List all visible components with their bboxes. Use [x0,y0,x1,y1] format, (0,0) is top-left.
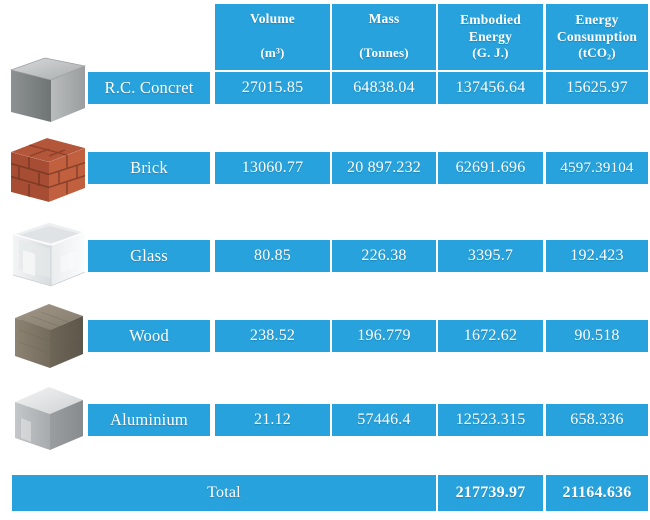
glass-cube-svg [12,221,86,287]
cell-wood-energy-consumption-value: 90.518 [574,327,620,345]
column-header-mass-unit: (Tonnes) [359,45,409,61]
cell-glass-energy-consumption: 192.423 [546,240,648,272]
glass-cube-icon [5,218,91,294]
cell-wood-embodied-energy: 1672.62 [438,320,543,352]
cell-concrete-volume-value: 27015.85 [241,79,304,97]
cell-concrete-embodied-energy-value: 137456.64 [455,79,526,97]
cell-brick-energy-consumption-value: 4597.39104 [560,159,634,176]
cell-concrete-embodied-energy: 137456.64 [438,72,543,104]
column-header-embodied-energy-line1: Embodied [460,11,521,27]
cell-brick-volume-value: 13060.77 [241,159,304,177]
cell-wood-mass-value: 196.779 [357,327,411,345]
row-label-glass: Glass [88,240,210,272]
concrete-cube-svg [9,57,87,122]
cell-concrete-volume: 27015.85 [215,72,330,104]
column-header-volume: Volume (m³) [215,4,330,70]
cell-brick-volume: 13060.77 [215,152,330,184]
cell-concrete-energy-consumption: 15625.97 [546,72,648,104]
cell-aluminium-energy-consumption-value: 658.336 [570,411,624,429]
row-label-concrete-text: R.C. Concret [104,77,194,97]
cell-wood-embodied-energy-value: 1672.62 [463,327,518,345]
cell-brick-mass: 20 897.232 [332,152,436,184]
materials-impact-table: Volume (m³) Mass (Tonnes) Embodied Energ… [0,0,650,520]
column-header-volume-unit: (m³) [260,45,285,61]
total-row-label-text: Total [207,484,241,502]
cell-aluminium-volume: 21.12 [215,404,330,436]
brick-cube-icon [5,136,91,208]
row-label-brick-text: Brick [130,157,168,177]
cell-glass-mass-value: 226.38 [361,247,407,265]
row-label-aluminium: Aluminium [88,404,210,436]
column-header-energy-consumption-line1: Energy [575,11,619,27]
cell-glass-energy-consumption-value: 192.423 [570,247,624,265]
row-label-wood-text: Wood [129,325,169,345]
cell-glass-volume: 80.85 [215,240,330,272]
cell-aluminium-embodied-energy-value: 12523.315 [455,411,526,429]
row-label-wood: Wood [88,320,210,352]
cell-brick-energy-consumption: 4597.39104 [546,152,648,184]
cell-aluminium-energy-consumption: 658.336 [546,404,648,436]
column-header-volume-title: Volume [250,11,295,26]
column-header-energy-consumption: Energy Consumption (tCO₂) [546,4,648,70]
cell-aluminium-embodied-energy: 12523.315 [438,404,543,436]
row-label-concrete: R.C. Concret [88,72,210,104]
column-header-mass-title: Mass [368,11,400,26]
cell-wood-energy-consumption: 90.518 [546,320,648,352]
cell-glass-embodied-energy-value: 3395.7 [467,247,514,265]
column-header-embodied-energy-unit: (G. J.) [472,44,509,60]
total-row-label: Total [12,475,436,511]
aluminium-cube-svg [15,387,83,450]
aluminium-cube-icon [5,382,91,456]
cell-aluminium-mass: 57446.4 [332,404,436,436]
cell-glass-embodied-energy: 3395.7 [438,240,543,272]
cell-concrete-mass-value: 64838.04 [353,79,415,97]
cell-wood-volume: 238.52 [215,320,330,352]
row-label-brick: Brick [88,152,210,184]
concrete-cube-icon [5,56,91,128]
cell-wood-mass: 196.779 [332,320,436,352]
column-header-energy-consumption-unit: (tCO₂) [578,44,616,60]
cell-wood-volume-value: 238.52 [249,327,296,345]
cell-glass-mass: 226.38 [332,240,436,272]
cell-brick-embodied-energy-value: 62691.696 [455,159,526,177]
column-header-mass: Mass (Tonnes) [332,4,436,70]
wood-cube-icon [5,300,91,374]
cell-aluminium-mass-value: 57446.4 [357,411,411,429]
cell-concrete-mass: 64838.04 [332,72,436,104]
wood-cube-svg [15,304,83,368]
row-label-aluminium-text: Aluminium [110,409,188,429]
column-header-energy-consumption-line2: Consumption [556,28,638,44]
cell-brick-embodied-energy: 62691.696 [438,152,543,184]
row-label-glass-text: Glass [130,245,168,265]
cell-aluminium-volume-value: 21.12 [254,411,291,429]
column-header-embodied-energy: Embodied Energy (G. J.) [438,4,543,70]
column-header-embodied-energy-line2: Energy [468,28,513,44]
cell-concrete-energy-consumption-value: 15625.97 [566,79,628,97]
total-embodied-energy: 217739.97 [438,475,543,511]
total-energy-consumption-value: 21164.636 [562,484,632,502]
total-energy-consumption: 21164.636 [546,475,648,511]
cell-glass-volume-value: 80.85 [254,247,291,265]
cell-brick-mass-value: 20 897.232 [347,159,421,177]
total-embodied-energy-value: 217739.97 [455,484,526,502]
brick-cube-svg [11,138,85,202]
